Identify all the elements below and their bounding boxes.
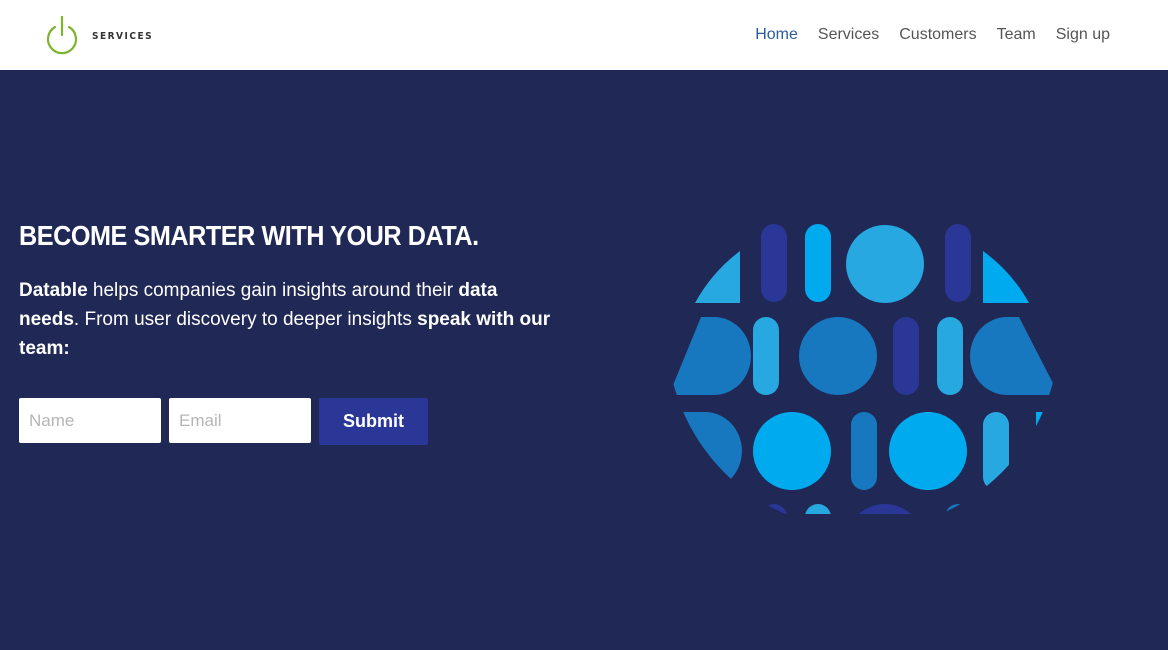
- hero-description: Datable helps companies gain insights ar…: [19, 276, 559, 363]
- lede-text-2: . From user discovery to deeper insights: [73, 309, 418, 330]
- nav-services[interactable]: Services: [818, 26, 879, 44]
- lede-brand: Datable: [19, 280, 88, 301]
- name-input[interactable]: [19, 398, 161, 443]
- hero-section: BECOME SMARTER WITH YOUR DATA. Datable h…: [0, 70, 1168, 650]
- email-input[interactable]: [169, 398, 311, 443]
- data-globe-illustration: [669, 224, 1059, 514]
- hero-headline: BECOME SMARTER WITH YOUR DATA.: [19, 220, 479, 251]
- power-icon: [46, 16, 78, 55]
- lede-text-1: helps companies gain insights around the…: [87, 280, 459, 301]
- nav-customers[interactable]: Customers: [899, 26, 976, 44]
- nav-home[interactable]: Home: [755, 26, 798, 44]
- brand-logo[interactable]: SERVICES: [44, 16, 153, 56]
- submit-button[interactable]: Submit: [319, 398, 428, 445]
- main-nav: Home Services Customers Team Sign up: [755, 0, 1110, 70]
- brand-name: SERVICES: [92, 30, 154, 42]
- signup-form: Submit: [19, 398, 428, 445]
- top-navbar: SERVICES Home Services Customers Team Si…: [0, 0, 1168, 70]
- nav-team[interactable]: Team: [997, 26, 1036, 44]
- nav-sign-up[interactable]: Sign up: [1056, 26, 1110, 44]
